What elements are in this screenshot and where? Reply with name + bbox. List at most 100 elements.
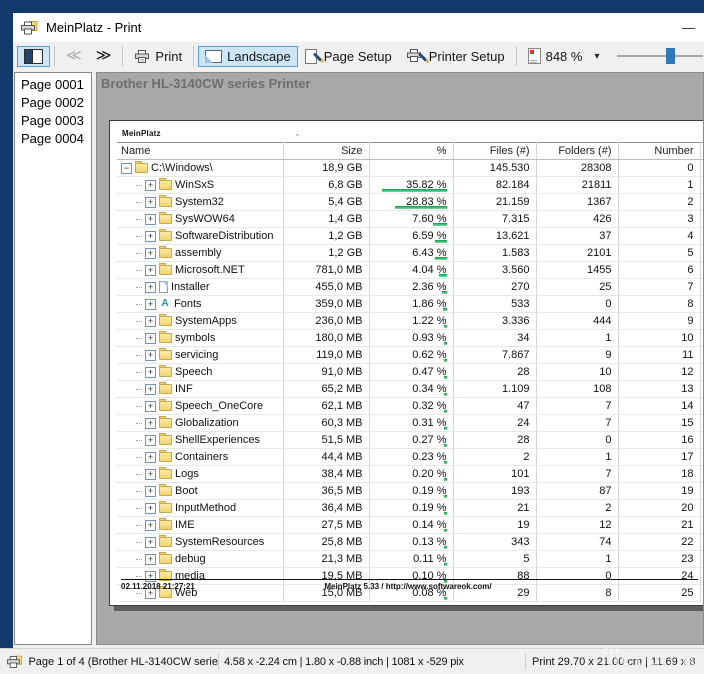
percent-bar (439, 274, 446, 277)
status-page-info: Page 1 of 4 (Brother HL-3140CW serie (28, 656, 218, 668)
page-setup-label: Page Setup (324, 49, 392, 64)
expand-toggle-icon: + (145, 469, 156, 480)
folder-icon (159, 452, 172, 462)
expand-toggle-icon: + (145, 384, 156, 395)
page-list[interactable]: Page 0001Page 0002Page 0003Page 0004 (14, 72, 92, 645)
percent-cell: 7.60 % (369, 211, 453, 228)
size-cell: 1,4 GB (283, 211, 369, 228)
size-cell: 18,9 GB (283, 160, 369, 177)
zoom-level-control[interactable]: 848 % ▾ (521, 45, 607, 67)
folders-cell: 21811 (536, 177, 618, 194)
expand-toggle-icon: + (145, 197, 156, 208)
size-cell: 60,3 MB (283, 415, 369, 432)
folder-icon (159, 537, 172, 547)
tree-connector (136, 355, 142, 356)
percent-bar (442, 291, 446, 294)
status-bar: Page 1 of 4 (Brother HL-3140CW serie 4.5… (0, 648, 704, 674)
folders-cell: 7 (536, 466, 618, 483)
tree-connector (136, 525, 142, 526)
minimize-button[interactable]: — (682, 20, 704, 35)
landscape-label: Landscape (227, 49, 291, 64)
files-cell: 3.336 (453, 313, 536, 330)
folders-cell: 0 (536, 432, 618, 449)
percent-bar (395, 206, 447, 209)
expand-toggle-icon: + (145, 452, 156, 463)
files-cell: 2 (453, 449, 536, 466)
sidebar-page-item[interactable]: Page 0002 (15, 94, 91, 112)
table-row: +Globalization60,3 MB0.31 %24715C (117, 415, 704, 432)
folder-icon (159, 367, 172, 377)
expand-toggle-icon: + (145, 316, 156, 327)
table-row: +Logs38,4 MB0.20 %101718C (117, 466, 704, 483)
number-cell: 18 (618, 466, 700, 483)
preview-page: MeinPlatz ˆ NameSize%Files (#)Folders (#… (109, 120, 704, 606)
column-header: Number (618, 143, 700, 160)
table-row: +ShellExperiences51,5 MB0.27 %28016C (117, 432, 704, 449)
number-cell: 3 (618, 211, 700, 228)
expand-toggle-icon: + (145, 214, 156, 225)
page-setup-button[interactable]: Page Setup (298, 46, 399, 67)
table-row: +SoftwareDistribution1,2 GB6.59 %13.6213… (117, 228, 704, 245)
folder-size-table: NameSize%Files (#)Folders (#)Number −C:\… (117, 142, 704, 602)
clipped-cell: C (700, 364, 704, 381)
clipped-cell: C (700, 228, 704, 245)
previous-page-button[interactable]: ≪ (59, 45, 89, 67)
folder-name: Fonts (174, 298, 202, 310)
number-cell: 7 (618, 279, 700, 296)
percent-cell: 6.43 % (369, 245, 453, 262)
percent-bar (443, 308, 446, 311)
toggle-sidebar-button[interactable] (17, 46, 50, 67)
fonts-icon: A (159, 298, 171, 310)
folders-cell: 108 (536, 381, 618, 398)
folder-name: symbols (175, 332, 215, 344)
preview-pane: Brother HL-3140CW series Printer MeinPla… (96, 72, 704, 645)
percent-bar (444, 376, 447, 379)
status-cursor-coords: 4.58 x -2.24 cm | 1.80 x -0.88 inch | 10… (219, 656, 525, 668)
number-cell: 8 (618, 296, 700, 313)
files-cell: 7.315 (453, 211, 536, 228)
table-row: +debug21,3 MB0.11 %5123C (117, 551, 704, 568)
percent-cell: 0.31 % (369, 415, 453, 432)
tree-connector (136, 389, 142, 390)
size-cell: 25,8 MB (283, 534, 369, 551)
chevron-down-icon[interactable]: ▾ (594, 51, 599, 62)
size-cell: 51,5 MB (283, 432, 369, 449)
table-row: +Boot36,5 MB0.19 %1938719C (117, 483, 704, 500)
sidebar-page-item[interactable]: Page 0004 (15, 130, 91, 148)
printer-setup-button[interactable]: Printer Setup (399, 46, 512, 67)
expand-toggle-icon: + (145, 401, 156, 412)
sidebar-page-item[interactable]: Page 0003 (15, 112, 91, 130)
slider-thumb[interactable] (666, 48, 675, 64)
clipped-cell: C (700, 296, 704, 313)
table-row: +System325,4 GB28.83 %21.15913672C (117, 194, 704, 211)
percent-bar (444, 478, 447, 481)
number-cell: 17 (618, 449, 700, 466)
clipped-cell: C (700, 330, 704, 347)
tree-connector (136, 474, 142, 475)
percent-cell: 0.47 % (369, 364, 453, 381)
printer-setup-label: Printer Setup (429, 49, 505, 64)
slider-track[interactable] (617, 55, 703, 57)
size-cell: 5,4 GB (283, 194, 369, 211)
folder-icon (159, 401, 172, 411)
tree-connector (136, 253, 142, 254)
column-header: % (369, 143, 453, 160)
percent-cell: 0.11 % (369, 551, 453, 568)
number-cell: 11 (618, 347, 700, 364)
percent-cell: 0.32 % (369, 398, 453, 415)
landscape-button[interactable]: Landscape (198, 46, 298, 67)
number-cell: 19 (618, 483, 700, 500)
files-cell: 19 (453, 517, 536, 534)
number-cell: 2 (618, 194, 700, 211)
folder-name: Microsoft.NET (175, 264, 245, 276)
clipped-cell: C (700, 262, 704, 279)
print-button[interactable]: Print (127, 46, 189, 67)
size-cell: 781,0 MB (283, 262, 369, 279)
table-row: +SystemApps236,0 MB1.22 %3.3364449C (117, 313, 704, 330)
folders-cell: 2101 (536, 245, 618, 262)
percent-cell: 1.86 % (369, 296, 453, 313)
folder-name: media (175, 570, 205, 582)
next-page-button[interactable]: ≫ (89, 45, 119, 67)
sidebar-page-item[interactable]: Page 0001 (15, 76, 91, 94)
zoom-slider[interactable] (617, 47, 703, 65)
